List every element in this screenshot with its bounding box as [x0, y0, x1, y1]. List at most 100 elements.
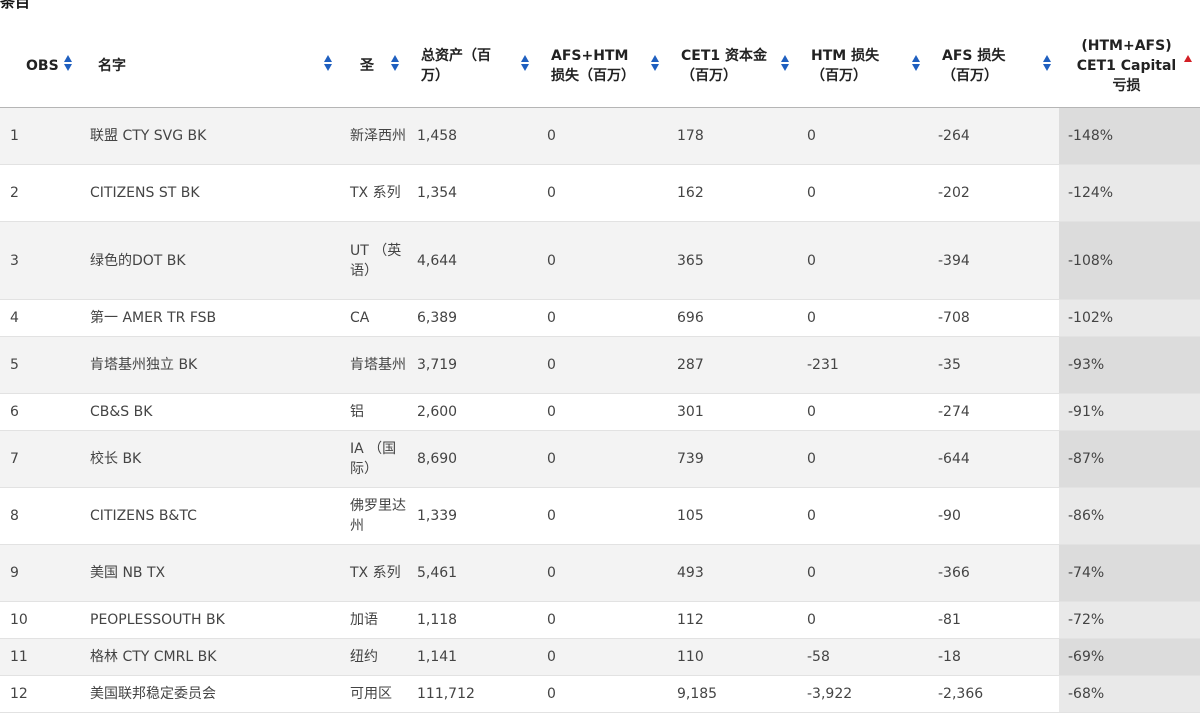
obs-cell: 11: [0, 638, 80, 676]
afs-loss-cell: -394: [928, 221, 1059, 300]
table-row: 10 PEOPLESSOUTH BK 加语 1,118 0 112 0 -81 -72%: [0, 601, 1200, 639]
sort-arrows-icon[interactable]: [391, 54, 399, 71]
cet1-capital-cell: 301: [667, 393, 797, 431]
loss-ratio-cell: -93%: [1059, 336, 1200, 394]
obs-cell: 4: [0, 299, 80, 337]
htm-loss-cell: -3,922: [797, 675, 928, 713]
column-header-total-assets[interactable]: 总资产（百万）: [407, 24, 537, 108]
htm-loss-cell: 0: [797, 393, 928, 431]
cet1-capital-cell: 178: [667, 107, 797, 165]
table-row: 2 CITIZENS ST BK TX 系列 1,354 0 162 0 -202 -124%: [0, 164, 1200, 222]
total-assets-cell: 1,458: [407, 107, 537, 165]
afs-loss-cell: -18: [928, 638, 1059, 676]
state-cell: 新泽西州: [340, 107, 407, 165]
loss-ratio-cell: -102%: [1059, 299, 1200, 337]
afs-loss-cell: -708: [928, 299, 1059, 337]
afs-htm-loss-cell: 0: [537, 336, 667, 394]
table-caption: 条目: [0, 0, 31, 11]
sort-arrows-icon[interactable]: [781, 54, 789, 71]
afs-loss-cell: -644: [928, 430, 1059, 488]
total-assets-cell: 1,118: [407, 601, 537, 639]
loss-ratio-cell: -148%: [1059, 107, 1200, 165]
htm-loss-cell: 0: [797, 299, 928, 337]
afs-htm-loss-cell: 0: [537, 544, 667, 602]
htm-loss-cell: 0: [797, 601, 928, 639]
column-header-loss-ratio[interactable]: (HTM+AFS) CET1 Capital 亏损: [1059, 24, 1200, 108]
htm-loss-cell: 0: [797, 221, 928, 300]
sort-ascending-icon[interactable]: [1184, 54, 1192, 71]
cet1-capital-cell: 112: [667, 601, 797, 639]
htm-loss-cell: -58: [797, 638, 928, 676]
cet1-capital-cell: 365: [667, 221, 797, 300]
afs-loss-cell: -366: [928, 544, 1059, 602]
column-header-name[interactable]: 名字: [80, 24, 340, 108]
state-cell: 肯塔基州: [340, 336, 407, 394]
state-cell: TX 系列: [340, 544, 407, 602]
header-row: OBS 名字 圣 总资产（百万） AFS+HTM 损失（百万） CET1 资本金…: [0, 24, 1200, 108]
name-cell: 联盟 CTY SVG BK: [80, 107, 340, 165]
table-row: 5 肯塔基州独立 BK 肯塔基州 3,719 0 287 -231 -35 -93%: [0, 336, 1200, 394]
column-header-htm-loss[interactable]: HTM 损失（百万）: [797, 24, 928, 108]
total-assets-cell: 3,719: [407, 336, 537, 394]
obs-cell: 1: [0, 107, 80, 165]
afs-htm-loss-cell: 0: [537, 393, 667, 431]
name-cell: CB&S BK: [80, 393, 340, 431]
sort-arrows-icon[interactable]: [651, 54, 659, 71]
sort-arrows-icon[interactable]: [64, 54, 72, 71]
htm-loss-cell: -231: [797, 336, 928, 394]
cet1-capital-cell: 105: [667, 487, 797, 545]
table-row: 3 绿色的DOT BK UT （英语） 4,644 0 365 0 -394 -108%: [0, 221, 1200, 300]
column-header-afs-htm-loss[interactable]: AFS+HTM 损失（百万）: [537, 24, 667, 108]
total-assets-cell: 5,461: [407, 544, 537, 602]
name-cell: CITIZENS ST BK: [80, 164, 340, 222]
column-header-label: HTM 损失（百万）: [811, 47, 880, 84]
afs-htm-loss-cell: 0: [537, 299, 667, 337]
sort-arrows-icon[interactable]: [1043, 54, 1051, 71]
loss-ratio-cell: -69%: [1059, 638, 1200, 676]
column-header-label: AFS+HTM 损失（百万）: [551, 47, 635, 84]
state-cell: 加语: [340, 601, 407, 639]
htm-loss-cell: 0: [797, 430, 928, 488]
column-header-label: 圣: [360, 57, 374, 74]
obs-cell: 3: [0, 221, 80, 300]
column-header-afs-loss[interactable]: AFS 损失（百万）: [928, 24, 1059, 108]
sort-arrows-icon[interactable]: [912, 54, 920, 71]
cet1-capital-cell: 162: [667, 164, 797, 222]
obs-cell: 2: [0, 164, 80, 222]
state-cell: 可用区: [340, 675, 407, 713]
state-cell: CA: [340, 299, 407, 337]
htm-loss-cell: 0: [797, 544, 928, 602]
afs-htm-loss-cell: 0: [537, 601, 667, 639]
table-body: 1 联盟 CTY SVG BK 新泽西州 1,458 0 178 0 -264 -148% 2 CI…: [0, 107, 1200, 713]
column-header-obs[interactable]: OBS: [0, 24, 80, 108]
column-header-label: AFS 损失（百万）: [942, 47, 1006, 84]
name-cell: 肯塔基州独立 BK: [80, 336, 340, 394]
column-header-state[interactable]: 圣: [340, 24, 407, 108]
afs-loss-cell: -81: [928, 601, 1059, 639]
obs-cell: 6: [0, 393, 80, 431]
name-cell: CITIZENS B&TC: [80, 487, 340, 545]
afs-loss-cell: -90: [928, 487, 1059, 545]
column-header-label: 名字: [98, 57, 126, 74]
sort-arrows-icon[interactable]: [324, 54, 332, 71]
afs-htm-loss-cell: 0: [537, 107, 667, 165]
afs-htm-loss-cell: 0: [537, 638, 667, 676]
cet1-capital-cell: 493: [667, 544, 797, 602]
table-row: 9 美国 NB TX TX 系列 5,461 0 493 0 -366 -74%: [0, 544, 1200, 602]
column-header-cet1-capital[interactable]: CET1 资本金（百万）: [667, 24, 797, 108]
state-cell: IA （国际）: [340, 430, 407, 488]
state-cell: 纽约: [340, 638, 407, 676]
column-header-label: (HTM+AFS) CET1 Capital 亏损: [1076, 37, 1177, 94]
obs-cell: 12: [0, 675, 80, 713]
afs-loss-cell: -274: [928, 393, 1059, 431]
sort-arrows-icon[interactable]: [521, 54, 529, 71]
bank-loss-table: OBS 名字 圣 总资产（百万） AFS+HTM 损失（百万） CET1 资本金…: [0, 24, 1200, 713]
loss-ratio-cell: -72%: [1059, 601, 1200, 639]
loss-ratio-cell: -91%: [1059, 393, 1200, 431]
table-row: 12 美国联邦稳定委员会 可用区 111,712 0 9,185 -3,922 -2,366-…: [0, 675, 1200, 713]
afs-loss-cell: -2,366: [928, 675, 1059, 713]
name-cell: 格林 CTY CMRL BK: [80, 638, 340, 676]
total-assets-cell: 2,600: [407, 393, 537, 431]
obs-cell: 7: [0, 430, 80, 488]
afs-htm-loss-cell: 0: [537, 221, 667, 300]
